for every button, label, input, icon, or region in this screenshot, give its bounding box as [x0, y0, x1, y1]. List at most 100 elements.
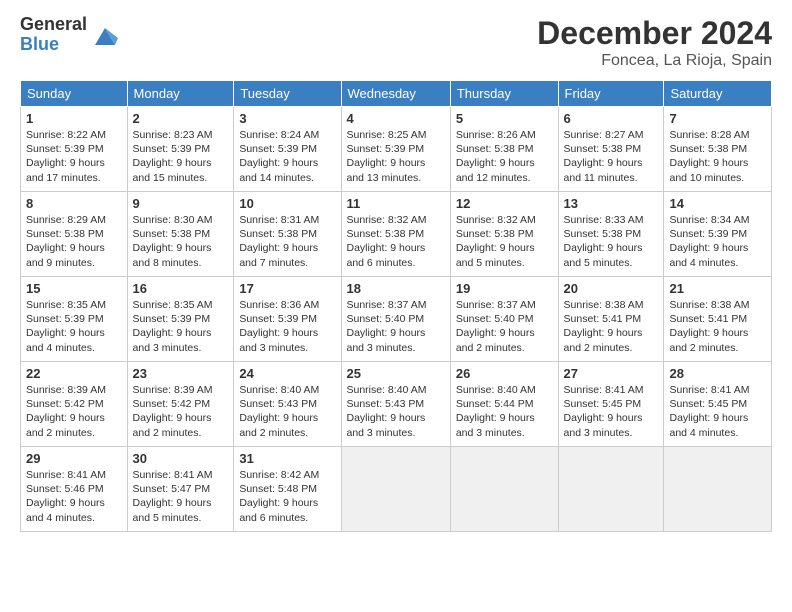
table-row: 11 Sunrise: 8:32 AM Sunset: 5:38 PM Dayl… — [341, 192, 450, 277]
day-number: 18 — [347, 281, 445, 296]
table-row: 16 Sunrise: 8:35 AM Sunset: 5:39 PM Dayl… — [127, 277, 234, 362]
table-row: 28 Sunrise: 8:41 AM Sunset: 5:45 PM Dayl… — [664, 362, 772, 447]
day-number: 24 — [239, 366, 335, 381]
day-info: Sunrise: 8:39 AM Sunset: 5:42 PM Dayligh… — [133, 383, 229, 440]
day-info: Sunrise: 8:38 AM Sunset: 5:41 PM Dayligh… — [669, 298, 766, 355]
day-number: 25 — [347, 366, 445, 381]
table-row: 1 Sunrise: 8:22 AM Sunset: 5:39 PM Dayli… — [21, 107, 128, 192]
day-info: Sunrise: 8:31 AM Sunset: 5:38 PM Dayligh… — [239, 213, 335, 270]
calendar-week-row: 22 Sunrise: 8:39 AM Sunset: 5:42 PM Dayl… — [21, 362, 772, 447]
day-number: 2 — [133, 111, 229, 126]
table-row: 18 Sunrise: 8:37 AM Sunset: 5:40 PM Dayl… — [341, 277, 450, 362]
day-number: 7 — [669, 111, 766, 126]
day-info: Sunrise: 8:41 AM Sunset: 5:45 PM Dayligh… — [564, 383, 659, 440]
day-info: Sunrise: 8:41 AM Sunset: 5:46 PM Dayligh… — [26, 468, 122, 525]
day-number: 15 — [26, 281, 122, 296]
day-info: Sunrise: 8:25 AM Sunset: 5:39 PM Dayligh… — [347, 128, 445, 185]
month-title: December 2024 — [537, 15, 772, 52]
table-row — [341, 447, 450, 532]
day-number: 16 — [133, 281, 229, 296]
col-wednesday: Wednesday — [341, 81, 450, 107]
day-number: 28 — [669, 366, 766, 381]
day-number: 4 — [347, 111, 445, 126]
table-row — [664, 447, 772, 532]
logo-text: General Blue — [20, 15, 87, 55]
calendar-week-row: 29 Sunrise: 8:41 AM Sunset: 5:46 PM Dayl… — [21, 447, 772, 532]
day-number: 10 — [239, 196, 335, 211]
table-row: 3 Sunrise: 8:24 AM Sunset: 5:39 PM Dayli… — [234, 107, 341, 192]
day-number: 23 — [133, 366, 229, 381]
col-sunday: Sunday — [21, 81, 128, 107]
table-row: 20 Sunrise: 8:38 AM Sunset: 5:41 PM Dayl… — [558, 277, 664, 362]
day-number: 22 — [26, 366, 122, 381]
day-number: 31 — [239, 451, 335, 466]
table-row: 5 Sunrise: 8:26 AM Sunset: 5:38 PM Dayli… — [450, 107, 558, 192]
col-friday: Friday — [558, 81, 664, 107]
table-row: 19 Sunrise: 8:37 AM Sunset: 5:40 PM Dayl… — [450, 277, 558, 362]
day-info: Sunrise: 8:41 AM Sunset: 5:45 PM Dayligh… — [669, 383, 766, 440]
table-row: 24 Sunrise: 8:40 AM Sunset: 5:43 PM Dayl… — [234, 362, 341, 447]
day-number: 30 — [133, 451, 229, 466]
table-row: 26 Sunrise: 8:40 AM Sunset: 5:44 PM Dayl… — [450, 362, 558, 447]
day-info: Sunrise: 8:36 AM Sunset: 5:39 PM Dayligh… — [239, 298, 335, 355]
table-row: 29 Sunrise: 8:41 AM Sunset: 5:46 PM Dayl… — [21, 447, 128, 532]
day-number: 9 — [133, 196, 229, 211]
col-tuesday: Tuesday — [234, 81, 341, 107]
day-info: Sunrise: 8:23 AM Sunset: 5:39 PM Dayligh… — [133, 128, 229, 185]
table-row: 4 Sunrise: 8:25 AM Sunset: 5:39 PM Dayli… — [341, 107, 450, 192]
day-info: Sunrise: 8:22 AM Sunset: 5:39 PM Dayligh… — [26, 128, 122, 185]
day-number: 19 — [456, 281, 553, 296]
table-row: 8 Sunrise: 8:29 AM Sunset: 5:38 PM Dayli… — [21, 192, 128, 277]
logo: General Blue — [20, 15, 120, 55]
day-number: 29 — [26, 451, 122, 466]
day-info: Sunrise: 8:38 AM Sunset: 5:41 PM Dayligh… — [564, 298, 659, 355]
day-info: Sunrise: 8:24 AM Sunset: 5:39 PM Dayligh… — [239, 128, 335, 185]
day-info: Sunrise: 8:37 AM Sunset: 5:40 PM Dayligh… — [347, 298, 445, 355]
day-number: 14 — [669, 196, 766, 211]
table-row: 2 Sunrise: 8:23 AM Sunset: 5:39 PM Dayli… — [127, 107, 234, 192]
table-row: 13 Sunrise: 8:33 AM Sunset: 5:38 PM Dayl… — [558, 192, 664, 277]
page: General Blue December 2024 Foncea, La Ri… — [0, 0, 792, 612]
day-number: 12 — [456, 196, 553, 211]
day-number: 8 — [26, 196, 122, 211]
day-info: Sunrise: 8:40 AM Sunset: 5:44 PM Dayligh… — [456, 383, 553, 440]
calendar-week-row: 15 Sunrise: 8:35 AM Sunset: 5:39 PM Dayl… — [21, 277, 772, 362]
table-row: 22 Sunrise: 8:39 AM Sunset: 5:42 PM Dayl… — [21, 362, 128, 447]
day-info: Sunrise: 8:30 AM Sunset: 5:38 PM Dayligh… — [133, 213, 229, 270]
day-info: Sunrise: 8:29 AM Sunset: 5:38 PM Dayligh… — [26, 213, 122, 270]
header: General Blue December 2024 Foncea, La Ri… — [20, 15, 772, 70]
table-row: 30 Sunrise: 8:41 AM Sunset: 5:47 PM Dayl… — [127, 447, 234, 532]
day-info: Sunrise: 8:35 AM Sunset: 5:39 PM Dayligh… — [26, 298, 122, 355]
day-info: Sunrise: 8:33 AM Sunset: 5:38 PM Dayligh… — [564, 213, 659, 270]
logo-icon — [90, 20, 120, 50]
title-section: December 2024 Foncea, La Rioja, Spain — [537, 15, 772, 70]
day-info: Sunrise: 8:32 AM Sunset: 5:38 PM Dayligh… — [347, 213, 445, 270]
table-row: 10 Sunrise: 8:31 AM Sunset: 5:38 PM Dayl… — [234, 192, 341, 277]
day-number: 13 — [564, 196, 659, 211]
col-thursday: Thursday — [450, 81, 558, 107]
table-row: 25 Sunrise: 8:40 AM Sunset: 5:43 PM Dayl… — [341, 362, 450, 447]
calendar-header-row: Sunday Monday Tuesday Wednesday Thursday… — [21, 81, 772, 107]
calendar-table: Sunday Monday Tuesday Wednesday Thursday… — [20, 80, 772, 532]
day-number: 11 — [347, 196, 445, 211]
day-info: Sunrise: 8:34 AM Sunset: 5:39 PM Dayligh… — [669, 213, 766, 270]
logo-blue: Blue — [20, 35, 87, 55]
calendar-week-row: 8 Sunrise: 8:29 AM Sunset: 5:38 PM Dayli… — [21, 192, 772, 277]
table-row: 6 Sunrise: 8:27 AM Sunset: 5:38 PM Dayli… — [558, 107, 664, 192]
day-info: Sunrise: 8:39 AM Sunset: 5:42 PM Dayligh… — [26, 383, 122, 440]
day-info: Sunrise: 8:26 AM Sunset: 5:38 PM Dayligh… — [456, 128, 553, 185]
day-number: 5 — [456, 111, 553, 126]
table-row — [558, 447, 664, 532]
logo-general: General — [20, 15, 87, 35]
table-row: 7 Sunrise: 8:28 AM Sunset: 5:38 PM Dayli… — [664, 107, 772, 192]
col-saturday: Saturday — [664, 81, 772, 107]
table-row: 12 Sunrise: 8:32 AM Sunset: 5:38 PM Dayl… — [450, 192, 558, 277]
table-row — [450, 447, 558, 532]
day-info: Sunrise: 8:42 AM Sunset: 5:48 PM Dayligh… — [239, 468, 335, 525]
day-info: Sunrise: 8:40 AM Sunset: 5:43 PM Dayligh… — [239, 383, 335, 440]
day-number: 21 — [669, 281, 766, 296]
table-row: 15 Sunrise: 8:35 AM Sunset: 5:39 PM Dayl… — [21, 277, 128, 362]
day-info: Sunrise: 8:28 AM Sunset: 5:38 PM Dayligh… — [669, 128, 766, 185]
table-row: 14 Sunrise: 8:34 AM Sunset: 5:39 PM Dayl… — [664, 192, 772, 277]
day-info: Sunrise: 8:32 AM Sunset: 5:38 PM Dayligh… — [456, 213, 553, 270]
